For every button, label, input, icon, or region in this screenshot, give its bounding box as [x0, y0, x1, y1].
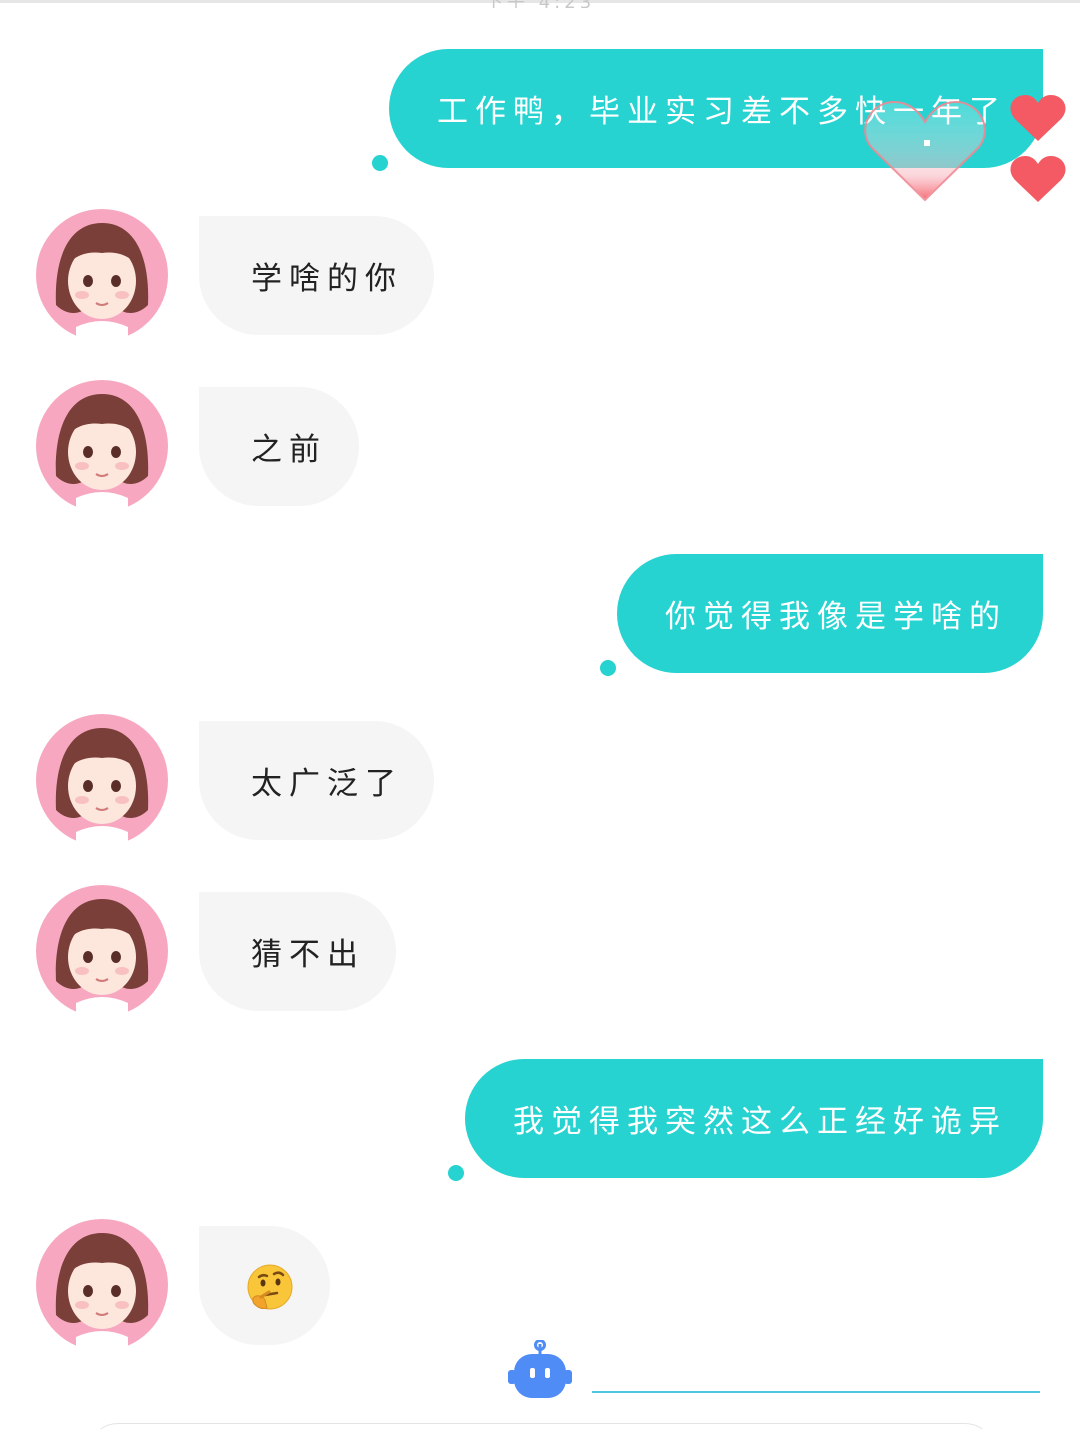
incoming-message-bubble[interactable]: 太广泛了 [199, 721, 434, 840]
incoming-message-bubble[interactable]: 学啥的你 [199, 216, 434, 335]
message-tail-dot [448, 1165, 464, 1181]
bottom-input-panel[interactable] [88, 1423, 995, 1429]
thinking-face-icon [247, 1264, 293, 1310]
message-tail-dot [372, 155, 388, 171]
message-text: 猜不出 [251, 937, 365, 973]
message-text: 你觉得我像是学啥的 [665, 599, 1007, 635]
incoming-message-bubble[interactable]: 猜不出 [199, 892, 396, 1011]
contact-avatar[interactable] [36, 714, 168, 846]
contact-avatar[interactable] [36, 380, 168, 512]
message-text: 我觉得我突然这么正经好诡异 [513, 1104, 1007, 1140]
message-text: 之前 [251, 432, 327, 468]
contact-avatar[interactable] [36, 209, 168, 341]
contact-avatar[interactable] [36, 885, 168, 1017]
message-tail-dot [600, 660, 616, 676]
outgoing-message-bubble[interactable]: 我觉得我突然这么正经好诡异 [465, 1059, 1043, 1178]
chat-screen: 下午 4:23 工作鸭，毕业实习差不多快一年了 [0, 0, 1080, 1429]
timestamp: 下午 4:23 [485, 0, 615, 8]
incoming-message-bubble[interactable]: 之前 [199, 387, 359, 506]
message-text: 太广泛了 [251, 766, 403, 802]
heart-icon [1010, 156, 1066, 202]
robot-icon[interactable] [508, 1340, 572, 1400]
contact-avatar[interactable] [36, 1219, 168, 1351]
heart-outline-icon [864, 100, 986, 202]
outgoing-message-bubble[interactable]: 你觉得我像是学啥的 [617, 554, 1043, 673]
message-text: 学啥的你 [251, 261, 403, 297]
incoming-message-bubble[interactable] [199, 1226, 330, 1345]
heart-icon [1010, 95, 1066, 141]
message-input-underline[interactable] [592, 1391, 1040, 1393]
